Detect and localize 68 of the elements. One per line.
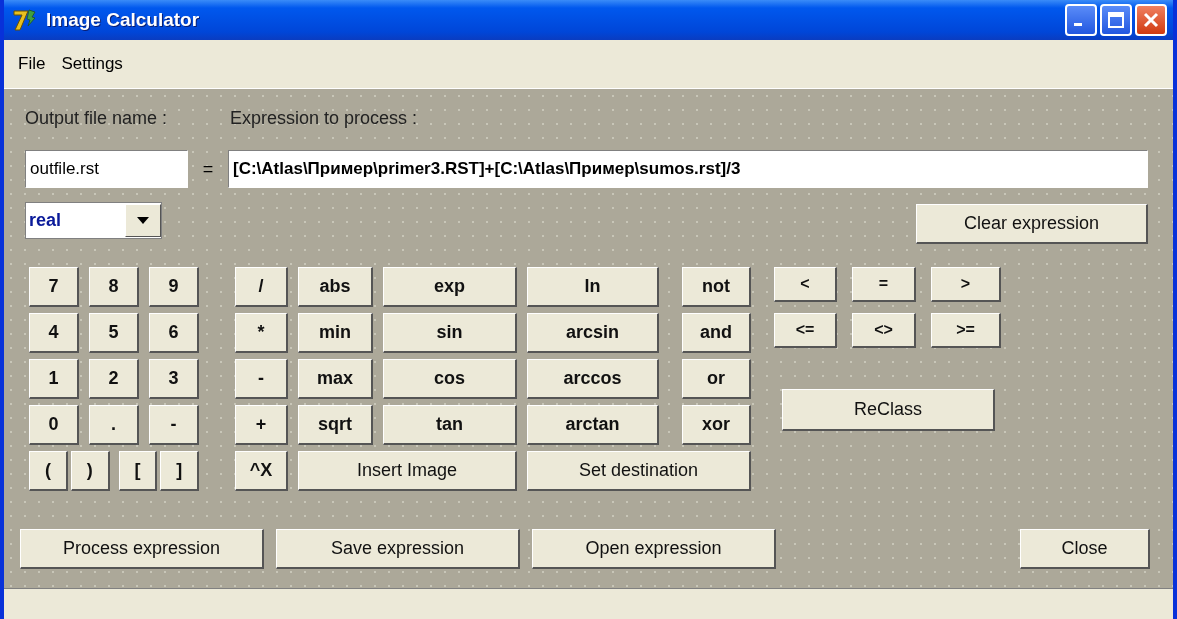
field-label: Expression to process : xyxy=(230,107,418,129)
function-key[interactable]: tan xyxy=(383,405,517,445)
bracket-key[interactable]: ) xyxy=(70,451,110,491)
action-button[interactable]: Process expression xyxy=(20,529,264,569)
operator-key[interactable]: + xyxy=(235,405,288,445)
close-icon xyxy=(1142,11,1160,29)
function-key[interactable]: abs xyxy=(298,267,373,307)
type-dropdown[interactable]: real xyxy=(25,202,162,239)
window-title: Image Calculator xyxy=(46,9,201,31)
clear-expression-button[interactable]: Clear expression xyxy=(916,204,1148,244)
digit-key[interactable]: 8 xyxy=(89,267,139,307)
function-key[interactable]: xor xyxy=(682,405,751,445)
function-key[interactable]: arctan xyxy=(527,405,659,445)
function-key[interactable]: arcsin xyxy=(527,313,659,353)
operator-key[interactable]: / xyxy=(235,267,288,307)
digit-key[interactable]: 2 xyxy=(89,359,139,399)
bracket-key[interactable]: ] xyxy=(160,451,199,491)
function-key[interactable]: arccos xyxy=(527,359,659,399)
action-button[interactable]: Save expression xyxy=(276,529,520,569)
close-button[interactable] xyxy=(1135,4,1167,36)
dropdown-arrow-icon xyxy=(137,217,149,224)
operator-key[interactable]: * xyxy=(235,313,288,353)
digit-key[interactable]: 0 xyxy=(29,405,79,445)
reclass-button[interactable]: ReClass xyxy=(782,389,995,431)
maximize-icon xyxy=(1107,11,1125,29)
bracket-key[interactable]: [ xyxy=(118,451,158,491)
field-label: Output file name : xyxy=(25,107,169,129)
set-destination-button[interactable]: Set destination xyxy=(527,451,751,491)
close-dialog-button[interactable]: Close xyxy=(1020,529,1150,569)
comparison-key[interactable]: > xyxy=(931,267,1001,302)
function-key[interactable]: sqrt xyxy=(298,405,373,445)
function-key[interactable]: cos xyxy=(383,359,517,399)
function-key[interactable]: ln xyxy=(527,267,659,307)
function-key[interactable]: and xyxy=(682,313,751,353)
digit-key[interactable]: 1 xyxy=(29,359,79,399)
menu-item[interactable]: File xyxy=(18,54,46,74)
app-logo-icon xyxy=(12,8,38,32)
comparison-key[interactable]: <= xyxy=(774,313,837,348)
maximize-button[interactable] xyxy=(1100,4,1132,36)
action-button[interactable]: Open expression xyxy=(532,529,776,569)
expression-field[interactable]: [C:\Atlas\Пример\primer3.RST]+[C:\Atlas\Пример\sumos.rst]/3 xyxy=(228,150,1148,188)
digit-key[interactable]: 9 xyxy=(149,267,199,307)
comparison-key[interactable]: < xyxy=(774,267,837,302)
function-key[interactable]: exp xyxy=(383,267,517,307)
function-key[interactable]: max xyxy=(298,359,373,399)
digit-key[interactable]: 4 xyxy=(29,313,79,353)
minimize-icon xyxy=(1074,23,1082,26)
function-key[interactable]: min xyxy=(298,313,373,353)
digit-key[interactable]: 7 xyxy=(29,267,79,307)
digit-key[interactable]: . xyxy=(89,405,139,445)
function-key[interactable]: not xyxy=(682,267,751,307)
comparison-key[interactable]: <> xyxy=(852,313,916,348)
bracket-key[interactable]: ( xyxy=(29,451,68,491)
digit-key[interactable]: 3 xyxy=(149,359,199,399)
menu-item[interactable]: Settings xyxy=(61,54,123,74)
comparison-key[interactable]: >= xyxy=(931,313,1001,348)
equals-sign: = xyxy=(201,158,215,180)
operator-key[interactable]: - xyxy=(235,359,288,399)
insert-image-button[interactable]: Insert Image xyxy=(298,451,517,491)
digit-key[interactable]: 5 xyxy=(89,313,139,353)
comparison-key[interactable]: = xyxy=(852,267,916,302)
function-key[interactable]: sin xyxy=(383,313,517,353)
minimize-button[interactable] xyxy=(1065,4,1097,36)
operator-key[interactable]: ^X xyxy=(235,451,288,491)
output-file-field[interactable]: outfile.rst xyxy=(25,150,188,188)
digit-key[interactable]: - xyxy=(149,405,199,445)
digit-key[interactable]: 6 xyxy=(149,313,199,353)
function-key[interactable]: or xyxy=(682,359,751,399)
